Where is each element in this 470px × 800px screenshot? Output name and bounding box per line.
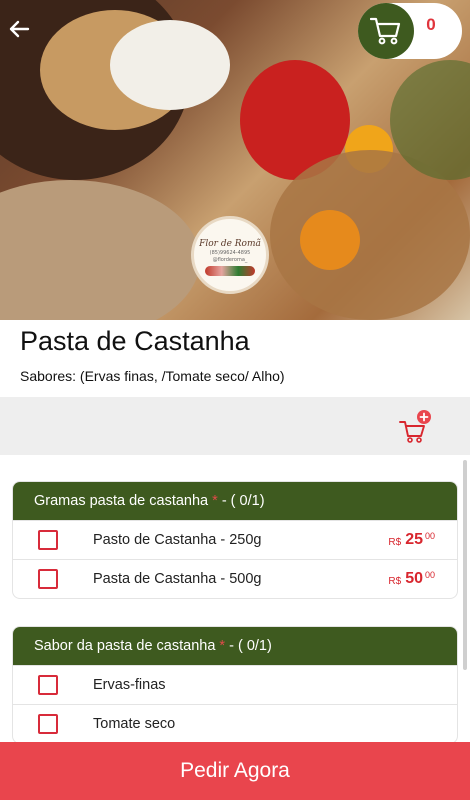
price-decimal: 00: [424, 570, 435, 580]
required-mark: *: [212, 493, 218, 509]
shopping-cart-icon: [370, 17, 401, 45]
option-group-flavor: Sabor da pasta de castanha * - ( 0/1) Er…: [13, 627, 457, 743]
logo-title: Flor de Romã: [199, 238, 261, 249]
scrollbar[interactable]: [463, 460, 467, 670]
photo-physalis-2: [300, 210, 360, 270]
cart-icon-circle: [358, 3, 414, 59]
group-title: Sabor da pasta de castanha: [34, 638, 216, 654]
photo-wooden-spoon: [0, 180, 200, 320]
product-title: Pasta de Castanha: [20, 326, 250, 356]
cart-plus-icon: [399, 410, 431, 443]
option-group-grams: Gramas pasta de castanha * - ( 0/1) Past…: [13, 482, 457, 598]
option-label: Ervas-finas: [93, 677, 166, 693]
option-row[interactable]: Tomate seco: [13, 704, 457, 743]
group-counter: - ( 0/1): [221, 493, 265, 509]
price-integer: 50: [405, 570, 423, 587]
required-mark: *: [219, 638, 226, 654]
price-integer: 25: [405, 531, 423, 548]
group-counter: - ( 0/1): [229, 638, 272, 654]
order-now-button[interactable]: Pedir Agora: [0, 742, 470, 800]
group-header: Sabor da pasta de castanha * - ( 0/1): [13, 627, 457, 665]
add-to-cart-button[interactable]: [398, 409, 432, 443]
option-label: Tomate seco: [93, 716, 176, 732]
option-price: R$ 25 00: [388, 531, 435, 549]
option-checkbox[interactable]: [38, 675, 58, 695]
option-label: Pasto de Castanha - 250g: [93, 532, 262, 548]
option-checkbox[interactable]: [38, 569, 58, 589]
logo-handle: @florderoma_: [212, 256, 248, 263]
option-checkbox[interactable]: [38, 530, 58, 550]
cart-button[interactable]: 0: [358, 3, 462, 59]
arrow-left-icon: [9, 20, 30, 38]
option-row[interactable]: Pasta de Castanha - 500g R$ 50 00: [13, 559, 457, 598]
price-currency: R$: [388, 576, 402, 587]
option-checkbox[interactable]: [38, 714, 58, 734]
back-button[interactable]: [6, 14, 32, 44]
action-band: [0, 397, 470, 455]
option-label: Pasta de Castanha - 500g: [93, 571, 262, 587]
logo-phone: (85)99624-4895: [209, 249, 251, 256]
price-decimal: 00: [424, 531, 435, 541]
group-header: Gramas pasta de castanha * - ( 0/1): [13, 482, 457, 520]
photo-coconut-flakes: [110, 20, 230, 110]
brand-logo: Flor de Romã (85)99624-4895 @florderoma_: [191, 216, 269, 294]
group-title: Gramas pasta de castanha: [34, 493, 209, 509]
logo-flowers: [205, 265, 255, 276]
cart-count: 0: [426, 15, 436, 34]
option-price: R$ 50 00: [388, 570, 435, 588]
option-row[interactable]: Pasto de Castanha - 250g R$ 25 00: [13, 520, 457, 559]
price-currency: R$: [388, 537, 402, 548]
product-subtitle: Sabores: (Ervas finas, /Tomate seco/ Alh…: [20, 368, 285, 384]
option-row[interactable]: Ervas-finas: [13, 665, 457, 704]
